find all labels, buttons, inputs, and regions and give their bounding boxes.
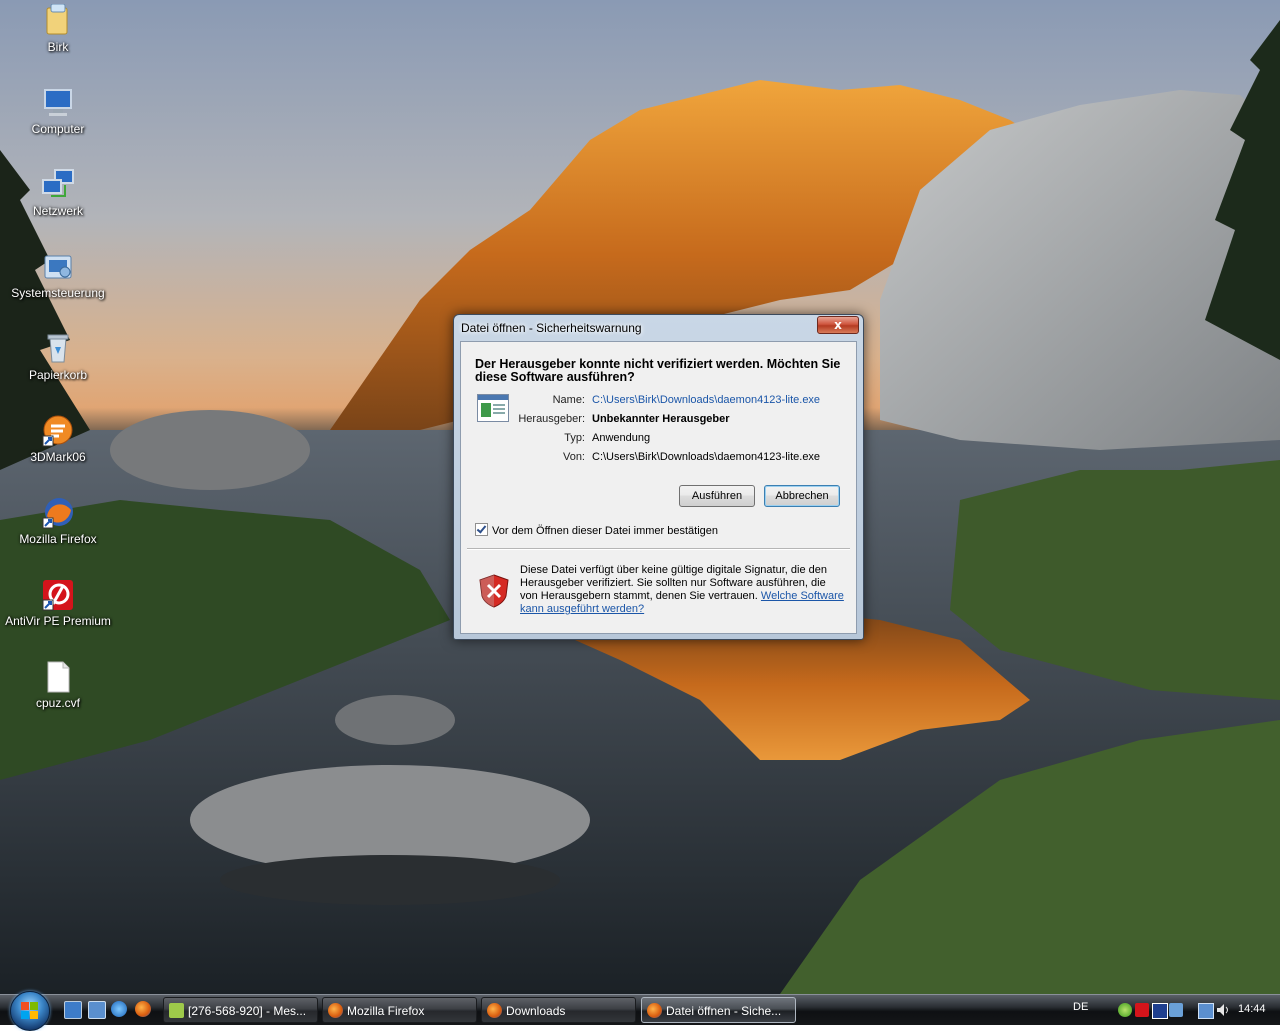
desktop-icon-mozilla-firefox[interactable]: Mozilla Firefox [3, 496, 113, 546]
always-confirm-row[interactable]: Vor dem Öffnen dieser Datei immer bestät… [475, 523, 718, 537]
always-confirm-checkbox[interactable] [475, 523, 488, 536]
switch-windows-icon[interactable] [88, 1001, 106, 1019]
firefox-quicklaunch-icon[interactable] [135, 1001, 151, 1017]
taskbar: [276-568-920] - Mes... Mozilla Firefox D… [0, 991, 1280, 1031]
dialog-heading: Der Herausgeber konnte nicht verifiziert… [475, 357, 841, 384]
desktop-icon-computer[interactable]: Computer [3, 86, 113, 136]
application-file-icon [477, 394, 509, 422]
windows-logo-icon [21, 1002, 38, 1019]
internet-explorer-icon[interactable] [111, 1001, 127, 1017]
task-button-downloads[interactable]: Downloads [481, 997, 636, 1023]
volume-icon[interactable] [1216, 1003, 1230, 1017]
user-folder-icon [41, 3, 75, 38]
desktop-icon-systemsteuerung[interactable]: Systemsteuerung [3, 250, 113, 300]
start-button[interactable] [10, 991, 50, 1031]
network-connection-icon[interactable] [1198, 1003, 1214, 1019]
recycle-bin-icon [41, 332, 75, 366]
publisher-value: Unbekannter Herausgeber [592, 413, 730, 425]
3dmark-shortcut-icon [41, 414, 75, 448]
clock[interactable]: 14:44 [1238, 1003, 1266, 1015]
messenger-icon [169, 1003, 184, 1018]
desktop-icon-3dmark06[interactable]: 3DMark06 [3, 414, 113, 464]
antivir-shortcut-icon [41, 578, 75, 612]
task-button-firefox[interactable]: Mozilla Firefox [322, 997, 477, 1023]
antivir-tray-icon[interactable] [1135, 1003, 1149, 1017]
firefox-icon [487, 1003, 502, 1018]
desktop-icon-antivir[interactable]: AntiVir PE Premium [3, 578, 113, 628]
warning-text: Diese Datei verfügt über keine gültige d… [520, 564, 845, 616]
desktop-icon-netzwerk[interactable]: Netzwerk [3, 168, 113, 218]
control-panel-icon [41, 250, 75, 284]
network-status-icon[interactable] [1118, 1003, 1132, 1017]
task-button-messenger[interactable]: [276-568-920] - Mes... [163, 997, 318, 1023]
safely-remove-icon[interactable] [1169, 1003, 1183, 1017]
cancel-button[interactable]: Abbrechen [764, 485, 840, 507]
security-warning-dialog: Datei öffnen - Sicherheitswarnung x Der … [453, 314, 864, 640]
desktop-icon-cpuz[interactable]: cpuz.cvf [3, 660, 113, 710]
show-desktop-icon[interactable] [64, 1001, 82, 1019]
task-button-security-dialog[interactable]: Datei öffnen - Siche... [641, 997, 796, 1023]
language-indicator[interactable]: DE [1073, 1001, 1088, 1013]
type-label: Typ: [564, 432, 585, 444]
type-value: Anwendung [592, 432, 651, 444]
media-tray-icon[interactable] [1152, 1003, 1168, 1019]
desktop-icon-birk[interactable]: Birk [3, 3, 113, 54]
desktop-icon-papierkorb[interactable]: Papierkorb [3, 332, 113, 382]
from-label: Von: [562, 451, 585, 463]
divider [467, 548, 850, 550]
from-value: C:\Users\Birk\Downloads\daemon4123-lite.… [592, 451, 821, 463]
name-label: Name: [552, 394, 585, 406]
firefox-icon [328, 1003, 343, 1018]
firefox-icon [647, 1003, 662, 1018]
dialog-body: Der Herausgeber konnte nicht verifiziert… [460, 341, 857, 634]
shield-warning-icon [479, 574, 509, 608]
always-confirm-label: Vor dem Öffnen dieser Datei immer bestät… [492, 525, 719, 537]
dialog-title: Datei öffnen - Sicherheitswarnung [461, 321, 642, 335]
network-icon [41, 168, 75, 202]
close-icon: x [834, 318, 842, 332]
run-button[interactable]: Ausführen [679, 485, 755, 507]
name-value-link[interactable]: C:\Users\Birk\Downloads\daemon4123-lite.… [592, 394, 820, 406]
file-icon [41, 660, 75, 694]
close-button[interactable]: x [817, 316, 859, 334]
firefox-shortcut-icon [41, 496, 75, 530]
publisher-label: Herausgeber: [518, 413, 585, 425]
computer-icon [41, 86, 75, 120]
